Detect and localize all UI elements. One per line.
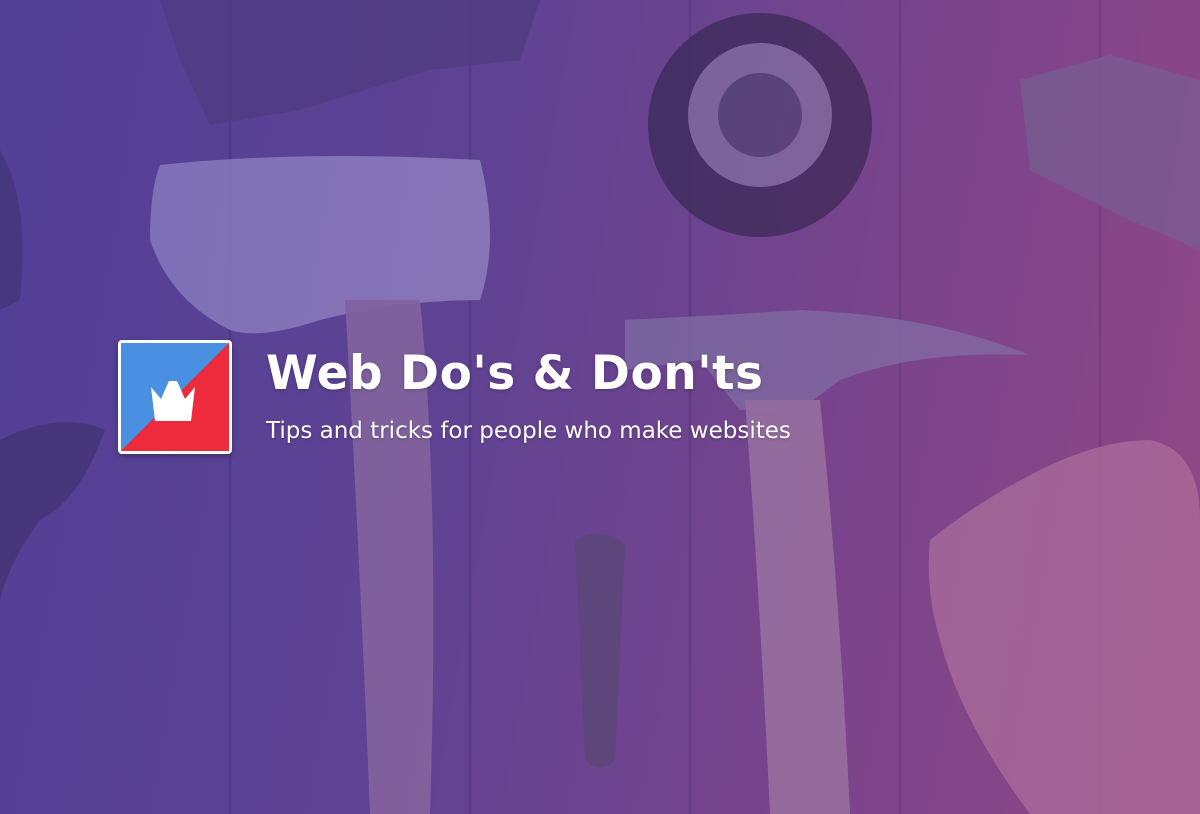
site-title[interactable]: Web Do's & Don'ts <box>266 346 791 402</box>
site-branding[interactable]: Web Do's & Don'ts Tips and tricks for pe… <box>118 340 791 454</box>
crown-logo-icon[interactable] <box>118 340 232 454</box>
branding-text: Web Do's & Don'ts Tips and tricks for pe… <box>266 346 791 446</box>
site-tagline: Tips and tricks for people who make webs… <box>266 418 791 444</box>
hero-banner: Web Do's & Don'ts Tips and tricks for pe… <box>0 0 1200 814</box>
